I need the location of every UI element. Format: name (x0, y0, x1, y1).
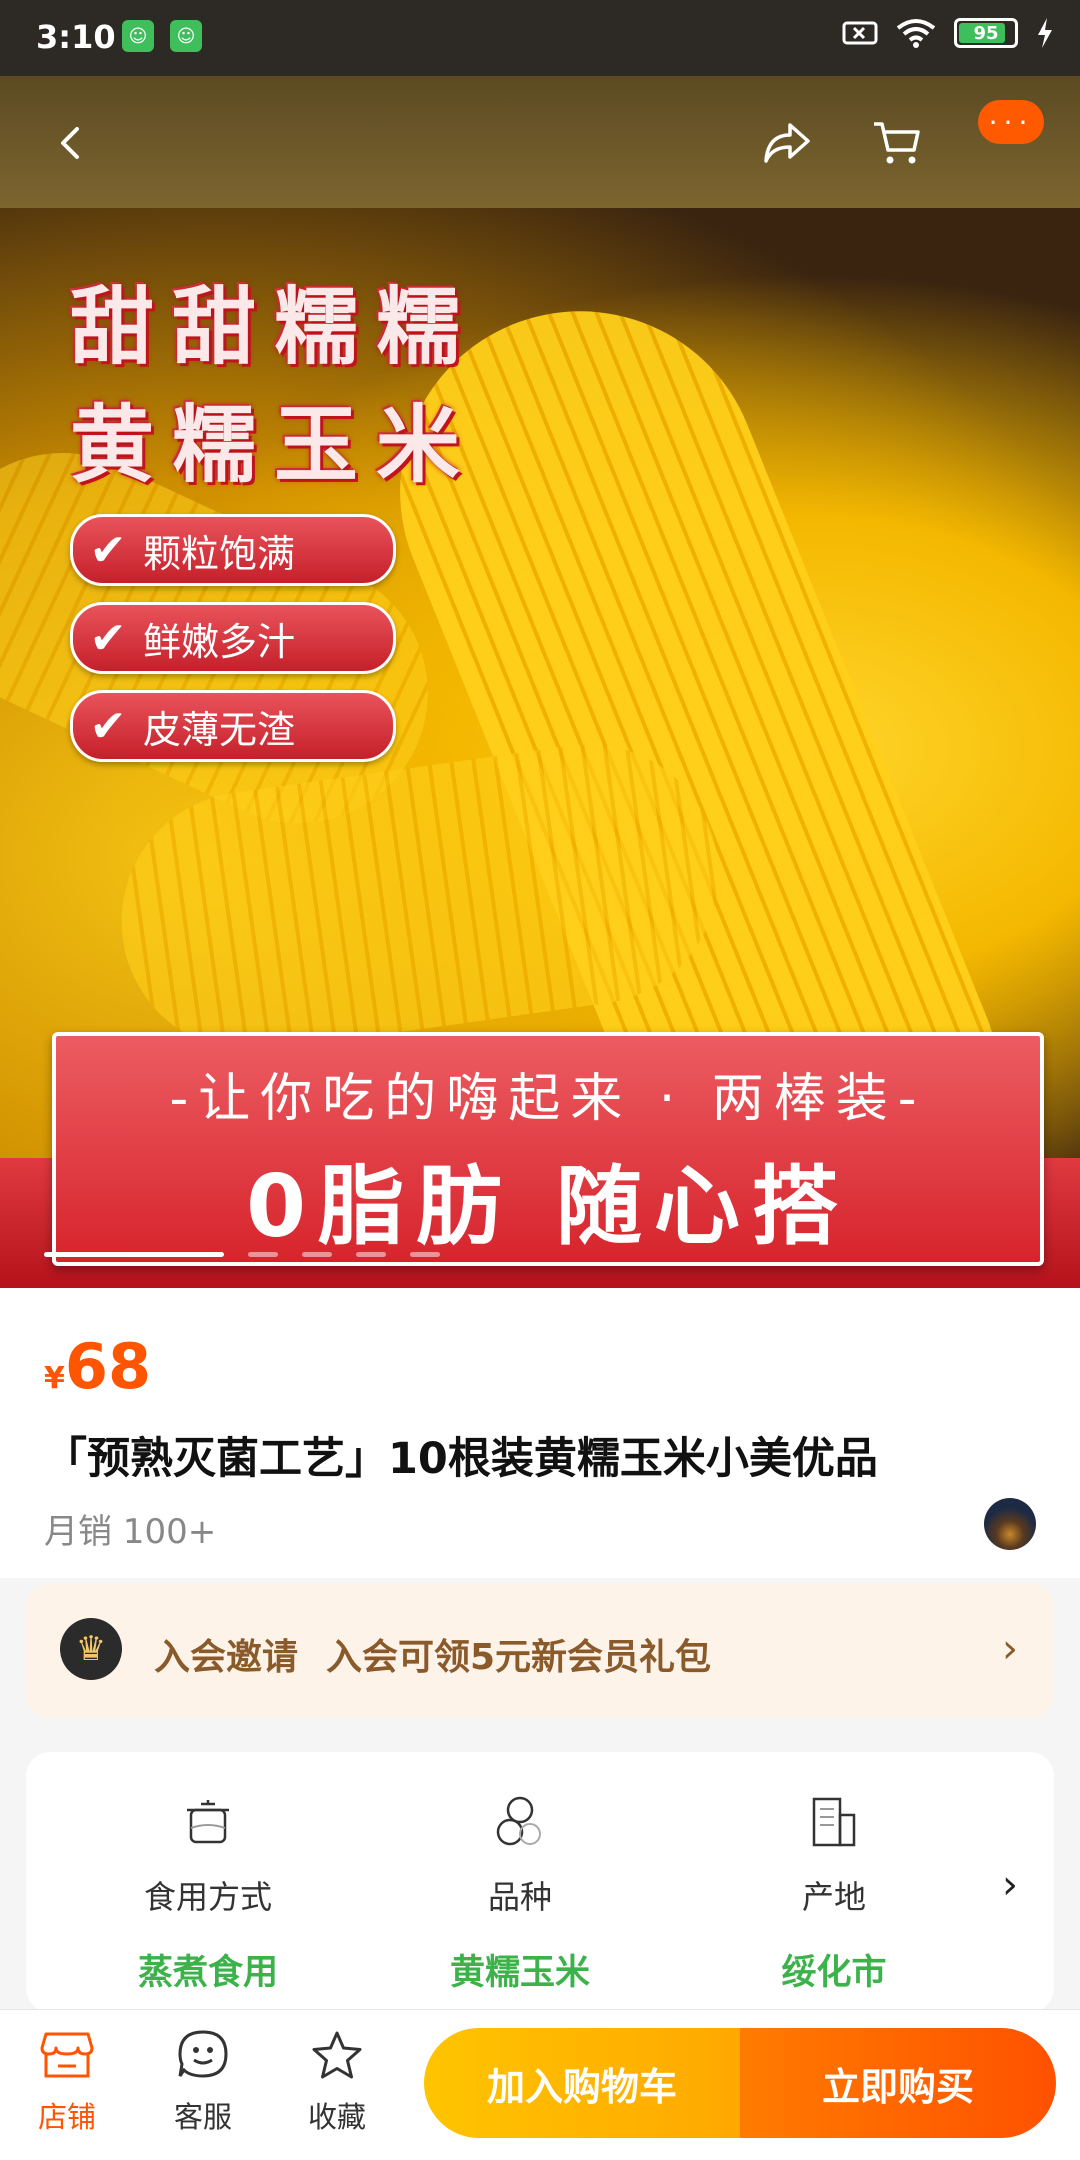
variety-icon (492, 1794, 548, 1850)
chevron-right-icon[interactable]: › (1002, 1862, 1018, 1908)
member-invite-label: 入会邀请 (154, 1637, 299, 1678)
attribute-item: 食用方式 蒸煮食用 (98, 1752, 318, 1995)
promo-banner: -让你吃的嗨起来 · 两棒装- 0脂肪 随心搭 (52, 1032, 1044, 1266)
product-title: 「预熟灭菌工艺」10根装黄糯玉米小美优品 (44, 1434, 878, 1484)
top-navigation: ··· (0, 76, 1080, 208)
product-price: ¥68 (44, 1330, 151, 1403)
attribute-label: 品种 (487, 1878, 552, 1916)
store-label: 店铺 (37, 2100, 96, 2134)
customer-service-button[interactable]: 客服 (148, 2024, 258, 2136)
price-value: 68 (64, 1330, 152, 1403)
customer-service-label: 客服 (173, 2100, 232, 2134)
currency-symbol: ¥ (44, 1361, 65, 1396)
attribute-value: 蒸煮食用 (137, 1953, 278, 1993)
cart-button[interactable] (862, 108, 932, 178)
hero-title-line2: 黄糯玉米 (70, 396, 479, 494)
check-icon: ✔ (89, 524, 127, 576)
banner-line2: 0脂肪 随心搭 (246, 1157, 850, 1257)
store-button[interactable]: 店铺 (12, 2024, 122, 2136)
bottom-action-bar: 店铺 客服 收藏 加入购物车 立即购买 (0, 2009, 1080, 2160)
status-bar: 3:10 ☺ ☺ 95 (0, 0, 1080, 76)
feature-badge: ✔ 颗粒饱满 (70, 514, 396, 586)
attribute-value: 绥化市 (781, 1953, 887, 1993)
attribute-label: 食用方式 (143, 1878, 272, 1916)
favorite-button[interactable]: 收藏 (282, 2024, 392, 2136)
store-avatar[interactable] (984, 1498, 1036, 1550)
feature-badge: ✔ 皮薄无渣 (70, 690, 396, 762)
crown-icon: ♛ (60, 1618, 122, 1680)
favorite-label: 收藏 (307, 2100, 366, 2134)
sim-icon (842, 21, 878, 45)
carousel-dot (356, 1252, 386, 1257)
member-invite-card[interactable]: ♛ 入会邀请 入会可领5元新会员礼包 › (26, 1584, 1054, 1718)
attribute-label: 产地 (801, 1878, 866, 1916)
battery-level: 95 (973, 22, 999, 44)
charging-icon (1038, 18, 1052, 48)
store-icon (40, 2032, 94, 2078)
member-invite-text: 入会可领5元新会员礼包 (326, 1637, 712, 1678)
attribute-item: 品种 黄糯玉米 (410, 1752, 630, 1995)
check-icon: ✔ (89, 700, 127, 752)
monthly-sales: 月销 100+ (44, 1512, 217, 1552)
check-icon: ✔ (89, 612, 127, 664)
back-button[interactable] (36, 108, 106, 178)
hero-title-line1: 甜甜糯糯 (70, 278, 479, 376)
product-info: ¥68 「预熟灭菌工艺」10根装黄糯玉米小美优品 月销 100+ (0, 1288, 1080, 1578)
attribute-item: 产地 绥化市 (724, 1752, 944, 1995)
battery-icon: 95 (954, 18, 1018, 48)
carousel-dot-active (44, 1252, 224, 1257)
status-time: 3:10 (36, 18, 116, 56)
cart-icon (874, 122, 920, 164)
feature-badge: ✔ 鲜嫩多汁 (70, 602, 396, 674)
product-attributes[interactable]: 食用方式 蒸煮食用 品种 黄糯玉米 产地 绥化市 › (26, 1752, 1054, 2012)
pot-icon (180, 1794, 236, 1850)
customer-service-icon (178, 2030, 228, 2078)
buy-now-button[interactable]: 立即购买 (740, 2028, 1056, 2138)
wifi-icon (896, 19, 936, 48)
add-to-cart-button[interactable]: 加入购物车 (424, 2028, 740, 2138)
attribute-value: 黄糯玉米 (449, 1953, 590, 1993)
carousel-indicator (44, 1252, 440, 1257)
share-icon (764, 123, 810, 163)
building-icon (806, 1794, 862, 1850)
back-arrow-icon (61, 127, 79, 159)
carousel-dot (302, 1252, 332, 1257)
chevron-right-icon: › (1002, 1626, 1018, 1672)
app-notification-icon: ☺ (122, 20, 154, 52)
banner-line1: -让你吃的嗨起来 · 两棒装- (169, 1069, 927, 1129)
carousel-dot (248, 1252, 278, 1257)
share-button[interactable] (752, 108, 822, 178)
star-icon (312, 2031, 362, 2079)
app-notification-icon: ☺ (170, 20, 202, 52)
more-menu-button[interactable]: ··· (978, 100, 1044, 144)
product-image-carousel[interactable]: 甜甜糯糯 黄糯玉米 ✔ 颗粒饱满 ✔ 鲜嫩多汁 ✔ 皮薄无渣 -让你吃的嗨起来 … (0, 208, 1080, 1288)
carousel-dot (410, 1252, 440, 1257)
